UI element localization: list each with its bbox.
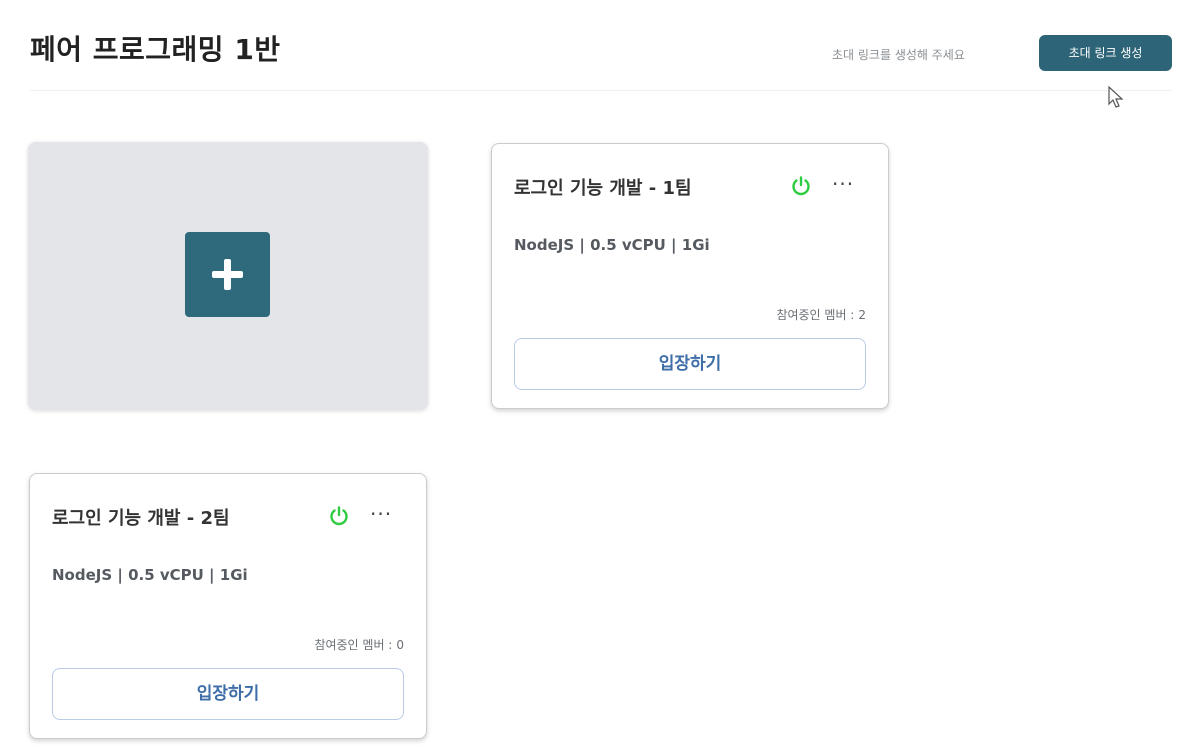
members-count: 2 [858, 308, 866, 322]
create-invite-link-button[interactable]: 초대 링크 생성 [1039, 35, 1172, 71]
room-members: 참여중인 멤버 :0 [314, 636, 404, 653]
more-options-icon[interactable]: ··· [832, 172, 854, 196]
room-title: 로그인 기능 개발 - 1팀 [514, 178, 692, 199]
room-card: 로그인 기능 개발 - 1팀 ··· NodeJS | 0.5 vCPU | 1… [491, 143, 889, 409]
add-room-plus-button[interactable] [185, 232, 270, 317]
power-icon[interactable] [328, 505, 350, 527]
invite-hint-text: 초대 링크를 생성해 주세요 [832, 48, 965, 62]
room-members: 참여중인 멤버 :2 [776, 306, 866, 323]
room-specs: NodeJS | 0.5 vCPU | 1Gi [52, 566, 248, 584]
room-title: 로그인 기능 개발 - 2팀 [52, 508, 230, 529]
more-options-icon[interactable]: ··· [370, 502, 392, 526]
room-card: 로그인 기능 개발 - 2팀 ··· NodeJS | 0.5 vCPU | 1… [29, 473, 427, 739]
enter-room-button[interactable]: 입장하기 [52, 668, 404, 720]
page-title: 페어 프로그래밍 1반 [30, 33, 281, 66]
room-specs: NodeJS | 0.5 vCPU | 1Gi [514, 236, 710, 254]
members-label: 참여중인 멤버 : [314, 638, 393, 652]
members-count: 0 [396, 638, 404, 652]
header-divider [30, 90, 1172, 91]
power-icon[interactable] [790, 175, 812, 197]
members-label: 참여중인 멤버 : [776, 308, 855, 322]
enter-room-button[interactable]: 입장하기 [514, 338, 866, 390]
add-room-card[interactable] [28, 142, 428, 410]
mouse-cursor-icon [1108, 86, 1124, 108]
